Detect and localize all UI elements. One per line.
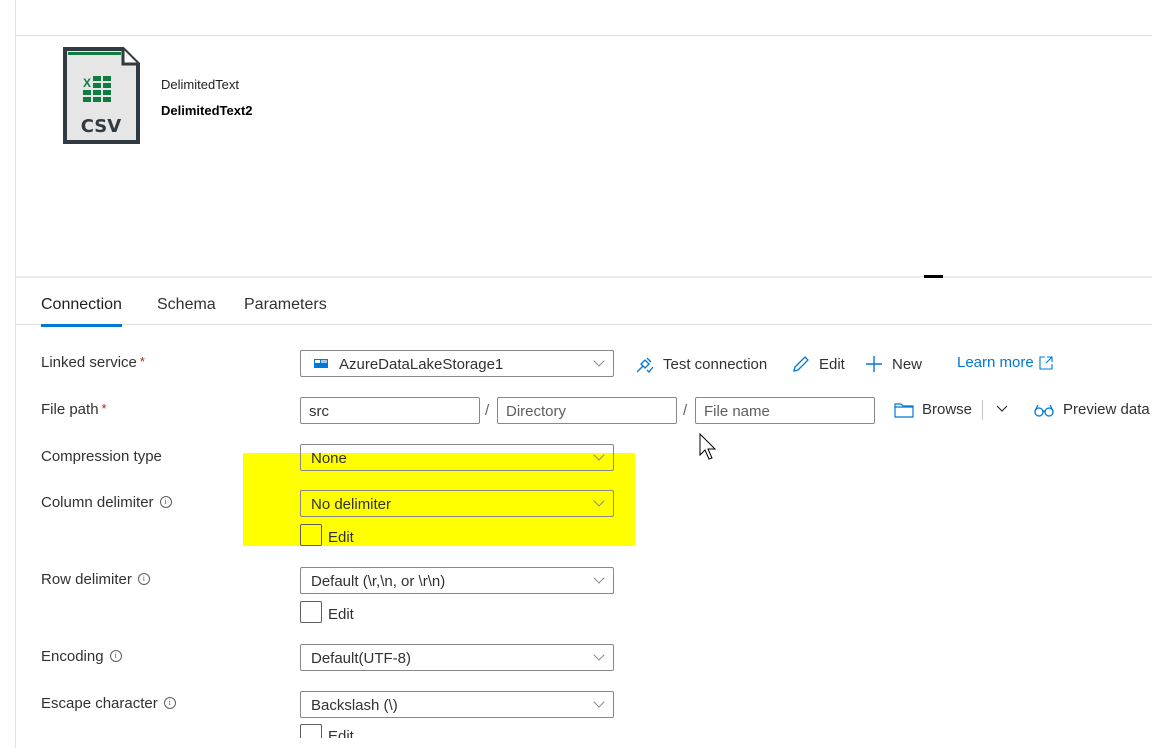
chevron-down-icon xyxy=(593,696,605,708)
browse-separator xyxy=(982,400,983,420)
path-separator: / xyxy=(683,402,688,419)
chevron-down-icon xyxy=(593,495,605,507)
escape-character-label: Escape character i xyxy=(41,695,176,712)
column-delimiter-edit-label: Edit xyxy=(328,529,354,546)
info-icon[interactable]: i xyxy=(137,573,150,585)
learn-more-link[interactable]: Learn more xyxy=(957,354,1053,371)
row-delimiter-label: Row delimiter i xyxy=(41,571,150,588)
container-input[interactable]: src xyxy=(300,397,480,424)
resize-handle[interactable] xyxy=(924,275,943,278)
escape-character-select[interactable]: Backslash (\) xyxy=(300,691,614,718)
scroll-clip xyxy=(16,738,1152,748)
file-path-label: File path * xyxy=(41,401,107,418)
file-name-input[interactable]: File name xyxy=(695,397,875,424)
compression-type-label: Compression type xyxy=(41,448,162,465)
row-delimiter-select[interactable]: Default (\r,\n, or \r\n) xyxy=(300,567,614,594)
external-link-icon xyxy=(1039,355,1053,370)
chevron-down-icon xyxy=(996,405,1008,412)
glasses-icon xyxy=(1034,404,1054,417)
encoding-label: Encoding i xyxy=(41,648,122,665)
compression-type-select[interactable]: None xyxy=(300,444,614,471)
row-delimiter-edit-checkbox[interactable] xyxy=(300,601,322,623)
svg-text:X: X xyxy=(83,76,91,90)
linked-service-value: AzureDataLakeStorage1 xyxy=(339,356,504,373)
plus-icon xyxy=(866,356,882,372)
tab-parameters[interactable]: Parameters xyxy=(244,296,327,314)
chevron-down-icon xyxy=(593,649,605,661)
column-delimiter-label: Column delimiter i xyxy=(41,494,172,511)
new-linked-service-button[interactable]: New xyxy=(864,354,922,374)
storage-icon xyxy=(314,359,328,368)
left-border xyxy=(15,0,16,748)
encoding-select[interactable]: Default(UTF-8) xyxy=(300,644,614,671)
column-delimiter-edit-checkbox[interactable] xyxy=(300,524,322,546)
info-icon[interactable]: i xyxy=(159,496,172,508)
row-delimiter-edit-label: Edit xyxy=(328,606,354,623)
csv-file-icon: X CSV xyxy=(63,47,140,144)
folder-icon xyxy=(894,402,914,418)
pencil-icon xyxy=(793,356,809,372)
browse-button[interactable]: Browse xyxy=(894,401,972,418)
linked-service-label: Linked service * xyxy=(41,354,145,371)
linked-service-select[interactable]: AzureDataLakeStorage1 xyxy=(300,350,614,377)
tab-bar: Connection Schema Parameters xyxy=(16,286,1152,327)
required-marker: * xyxy=(139,354,145,369)
path-separator: / xyxy=(485,402,490,419)
plug-icon xyxy=(636,357,654,373)
pane-divider xyxy=(16,276,1152,278)
browse-dropdown-button[interactable] xyxy=(995,402,1017,416)
info-icon[interactable]: i xyxy=(163,697,176,709)
chevron-down-icon xyxy=(593,572,605,584)
top-divider xyxy=(16,35,1152,36)
dataset-name: DelimitedText2 xyxy=(161,103,253,118)
test-connection-button[interactable]: Test connection xyxy=(635,354,767,374)
info-icon[interactable]: i xyxy=(109,650,122,662)
column-delimiter-select[interactable]: No delimiter xyxy=(300,490,614,517)
svg-text:CSV: CSV xyxy=(81,116,122,137)
required-marker: * xyxy=(101,401,107,416)
tab-connection[interactable]: Connection xyxy=(41,296,122,327)
edit-linked-service-button[interactable]: Edit xyxy=(791,354,845,374)
preview-data-button[interactable]: Preview data xyxy=(1033,401,1150,418)
mouse-cursor-icon xyxy=(699,433,717,460)
tab-schema[interactable]: Schema xyxy=(157,296,216,314)
chevron-down-icon xyxy=(593,449,605,461)
chevron-down-icon xyxy=(593,355,605,367)
dataset-type: DelimitedText xyxy=(161,77,240,92)
directory-input[interactable]: Directory xyxy=(497,397,677,424)
